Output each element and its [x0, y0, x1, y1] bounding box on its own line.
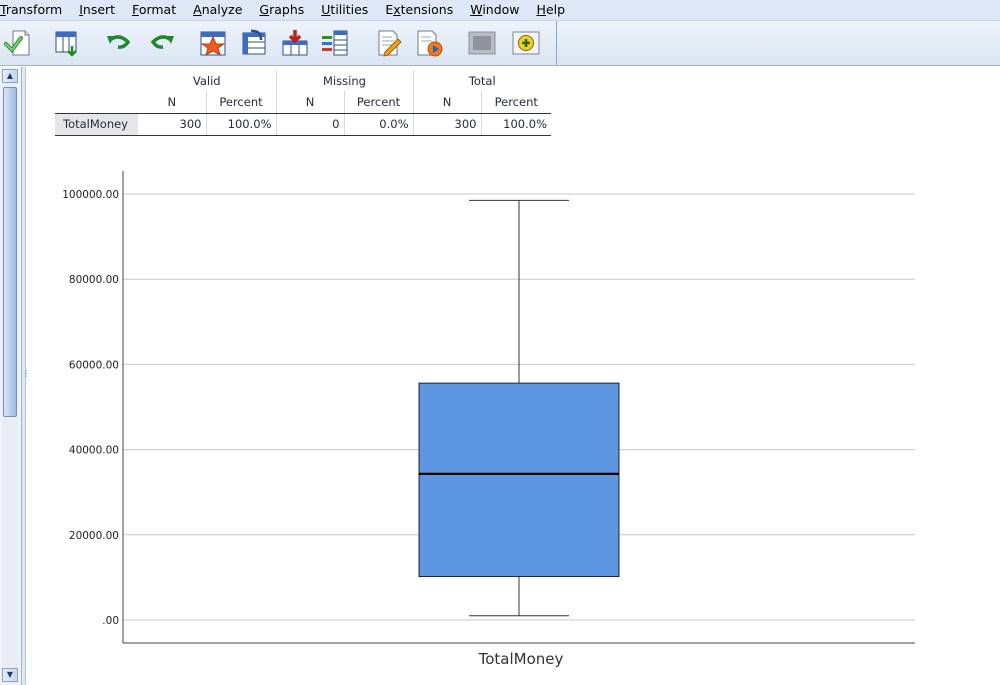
- vertical-scrollbar[interactable]: ▲ ▼: [2, 69, 18, 683]
- menu-analyze[interactable]: Analyze: [184, 0, 250, 21]
- menu-help[interactable]: Help: [528, 0, 574, 21]
- menu-insert[interactable]: Insert: [70, 0, 123, 21]
- redo-button[interactable]: [145, 26, 179, 60]
- show-output-icon: [417, 30, 443, 57]
- cell-valid-n: 300: [138, 113, 206, 136]
- scroll-up-button[interactable]: ▲: [2, 69, 18, 83]
- insert-output-button[interactable]: [509, 26, 543, 60]
- edit-output-icon: [378, 30, 402, 57]
- y-tick-label: 20000.00: [69, 530, 119, 542]
- designated-window-button[interactable]: [196, 26, 230, 60]
- menu-bar: Transform Insert Format Analyze Graphs U…: [0, 0, 1000, 21]
- table-corner-cell: [55, 70, 138, 91]
- goto-variable-button[interactable]: [278, 26, 312, 60]
- table-subheader-row: N Percent N Percent N Percent: [55, 91, 551, 114]
- goto-case-button[interactable]: [237, 26, 271, 60]
- subheader-total-n: N: [412, 91, 481, 114]
- arrow-down-icon: ▼: [6, 670, 14, 679]
- chart-box-layer: [418, 199, 620, 617]
- cell-total-percent: 100.0%: [480, 113, 551, 136]
- designated-window-icon: [200, 31, 226, 57]
- undo-icon: [107, 35, 131, 49]
- table-corner-cell-2: [55, 91, 138, 114]
- export-icon: [4, 30, 30, 56]
- toolbar-group: [0, 21, 557, 66]
- export-button[interactable]: [2, 26, 36, 60]
- cell-missing-n: 0: [275, 113, 344, 136]
- subheader-missing-n: N: [275, 91, 344, 114]
- outline-pane: ▲ ▼: [0, 67, 22, 685]
- subheader-total-percent: Percent: [480, 91, 551, 114]
- goto-variable-icon: [282, 30, 308, 56]
- y-tick-label: 40000.00: [69, 445, 119, 457]
- splitter-grip-icon: ⋮: [22, 369, 30, 378]
- menu-window[interactable]: Window: [461, 0, 527, 21]
- output-viewer: Valid Missing Total N Percent N Percent …: [27, 67, 1000, 685]
- y-tick-label: 60000.00: [69, 359, 119, 371]
- undo-button[interactable]: [102, 26, 136, 60]
- table-group-header-row: Valid Missing Total: [55, 70, 551, 91]
- redo-icon: [150, 35, 174, 49]
- scroll-down-button[interactable]: ▼: [2, 668, 18, 682]
- y-tick-label: 100000.00: [62, 189, 119, 201]
- show-output-button[interactable]: [412, 26, 446, 60]
- menu-extensions[interactable]: Extensions: [376, 0, 461, 21]
- menu-format[interactable]: Format: [123, 0, 184, 21]
- toolbar: [0, 21, 1000, 66]
- cell-valid-percent: 100.0%: [205, 113, 276, 136]
- variables-button[interactable]: [318, 26, 352, 60]
- edit-output-button[interactable]: [371, 26, 405, 60]
- hide-output-button[interactable]: [465, 26, 499, 60]
- variables-icon: [322, 30, 348, 56]
- chart-y-tick-labels: .00 20000.00 40000.00 60000.00 80000.00 10000…: [62, 189, 119, 627]
- cell-missing-percent: 0.0%: [343, 113, 413, 136]
- menu-transform[interactable]: Transform: [0, 0, 70, 21]
- group-header-missing: Missing: [275, 70, 413, 91]
- y-tick-label: .00: [102, 615, 119, 627]
- group-header-total: Total: [412, 70, 551, 91]
- subheader-valid-n: N: [138, 91, 206, 114]
- subheader-missing-percent: Percent: [343, 91, 413, 114]
- menu-utilities[interactable]: Utilities: [312, 0, 376, 21]
- subheader-valid-percent: Percent: [205, 91, 276, 114]
- table-row: TotalMoney 300 100.0% 0 0.0% 300 100.0%: [55, 113, 551, 136]
- cell-total-n: 300: [412, 113, 481, 136]
- goto-data-icon: [55, 31, 77, 57]
- scroll-thumb[interactable]: [3, 87, 17, 417]
- goto-data-button[interactable]: [50, 26, 84, 60]
- row-label-totalmoney: TotalMoney: [55, 113, 138, 136]
- case-processing-table[interactable]: Valid Missing Total N Percent N Percent …: [55, 70, 551, 136]
- pane-splitter[interactable]: ⋮: [22, 67, 30, 685]
- chart-x-axis-label: TotalMoney: [478, 650, 564, 668]
- y-tick-label: 80000.00: [69, 274, 119, 286]
- group-header-valid: Valid: [192, 73, 221, 88]
- menu-graphs[interactable]: Graphs: [250, 0, 312, 21]
- hide-output-icon: [468, 31, 496, 55]
- goto-case-icon: [242, 29, 266, 55]
- arrow-up-icon: ▲: [6, 71, 14, 80]
- boxplot-chart[interactable]: .00 20000.00 40000.00 60000.00 80000.00 10000…: [27, 167, 987, 677]
- box-iqr[interactable]: [418, 382, 620, 578]
- insert-output-icon: [512, 31, 540, 55]
